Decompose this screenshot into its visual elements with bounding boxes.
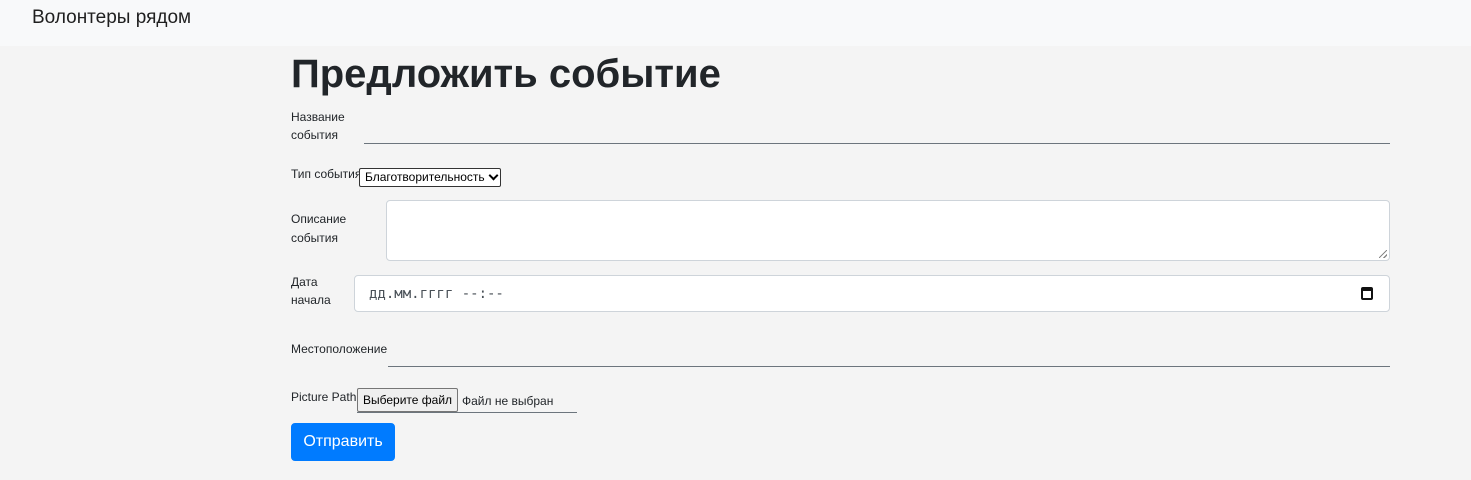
description-label-line1: Описание xyxy=(291,212,347,226)
calendar-icon[interactable] xyxy=(1361,287,1373,300)
event-type-label: Тип события xyxy=(291,167,362,181)
event-type-selected: Благотворительность xyxy=(365,170,485,184)
picture-path-label: Picture Path. xyxy=(291,390,360,404)
choose-file-button[interactable]: Выберите файл xyxy=(357,388,459,412)
start-date-placeholder: дд.мм.гггг --:-- xyxy=(369,286,504,302)
picture-file-input[interactable]: Выберите файл Файл не выбран xyxy=(357,388,577,413)
file-status: Файл не выбран xyxy=(462,394,554,408)
event-name-label-line1: Название xyxy=(291,110,345,124)
description-textarea[interactable] xyxy=(386,200,1390,261)
navbar-brand[interactable]: Волонтеры рядом xyxy=(32,6,191,30)
event-type-select[interactable]: Благотворительность xyxy=(359,168,501,187)
location-label: Местоположение xyxy=(291,342,388,356)
event-name-label-line2: события xyxy=(291,128,339,142)
start-date-label-line1: Дата xyxy=(291,275,318,289)
event-name-input[interactable] xyxy=(364,123,1390,144)
navbar: Волонтеры рядом xyxy=(0,0,1471,46)
page-title: Предложить событие xyxy=(291,52,721,96)
submit-button[interactable]: Отправить xyxy=(291,423,395,461)
chevron-down-icon xyxy=(488,170,499,181)
location-input[interactable] xyxy=(388,346,1390,367)
start-date-label-line2: начала xyxy=(291,293,331,307)
description-label-line2: события xyxy=(291,231,339,245)
start-date-input[interactable]: дд.мм.гггг --:-- xyxy=(354,275,1390,312)
resize-grip-icon[interactable] xyxy=(1379,250,1387,258)
